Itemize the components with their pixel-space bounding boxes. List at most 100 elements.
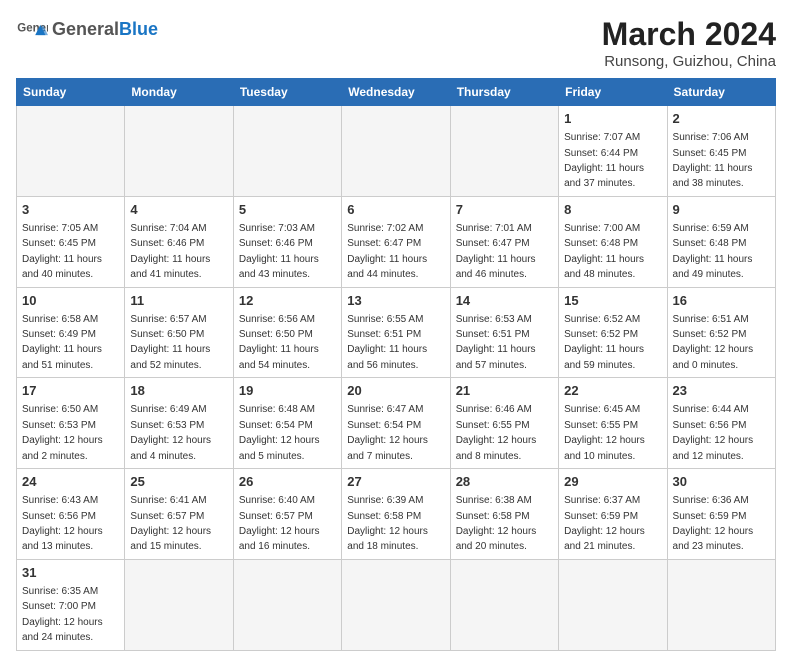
day-info: Sunrise: 6:51 AM Sunset: 6:52 PM Dayligh… (673, 314, 754, 371)
day-number: 17 (22, 382, 119, 400)
calendar-cell: 14 Sunrise: 6:53 AM Sunset: 6:51 PM Dayli… (450, 287, 558, 378)
day-info: Sunrise: 7:00 AM Sunset: 6:48 PM Dayligh… (564, 223, 644, 280)
calendar-cell: 13 Sunrise: 6:55 AM Sunset: 6:51 PM Dayli… (342, 287, 450, 378)
day-number: 10 (22, 292, 119, 310)
calendar-cell: 28Sunrise: 6:38 AM Sunset: 6:58 PM Dayli… (450, 469, 558, 560)
day-info: Sunrise: 6:36 AM Sunset: 6:59 PM Dayligh… (673, 495, 754, 552)
day-number: 18 (130, 382, 227, 400)
calendar-cell: 22Sunrise: 6:45 AM Sunset: 6:55 PM Dayli… (559, 378, 667, 469)
day-number: 13 (347, 292, 444, 310)
day-info: Sunrise: 6:35 AM Sunset: 7:00 PM Dayligh… (22, 586, 103, 643)
calendar-cell (559, 559, 667, 650)
calendar-cell: 16 Sunrise: 6:51 AM Sunset: 6:52 PM Dayli… (667, 287, 775, 378)
calendar-cell: 29Sunrise: 6:37 AM Sunset: 6:59 PM Dayli… (559, 469, 667, 560)
calendar-cell: 17 Sunrise: 6:50 AM Sunset: 6:53 PM Dayli… (17, 378, 125, 469)
calendar-cell: 19Sunrise: 6:48 AM Sunset: 6:54 PM Dayli… (233, 378, 341, 469)
month-title: March 2024 (602, 16, 776, 53)
calendar-week-row: 17 Sunrise: 6:50 AM Sunset: 6:53 PM Dayli… (17, 378, 776, 469)
calendar-week-row: 1Sunrise: 7:07 AM Sunset: 6:44 PM Daylig… (17, 106, 776, 197)
calendar-cell: 6Sunrise: 7:02 AM Sunset: 6:47 PM Daylig… (342, 196, 450, 287)
day-number: 8 (564, 201, 661, 219)
calendar-cell: 9Sunrise: 6:59 AM Sunset: 6:48 PM Daylig… (667, 196, 775, 287)
logo: General GeneralBlue (16, 16, 158, 44)
calendar-week-row: 10 Sunrise: 6:58 AM Sunset: 6:49 PM Dayli… (17, 287, 776, 378)
calendar-cell: 10 Sunrise: 6:58 AM Sunset: 6:49 PM Dayli… (17, 287, 125, 378)
calendar-cell: 24 Sunrise: 6:43 AM Sunset: 6:56 PM Dayli… (17, 469, 125, 560)
day-info: Sunrise: 6:39 AM Sunset: 6:58 PM Dayligh… (347, 495, 428, 552)
day-info: Sunrise: 6:50 AM Sunset: 6:53 PM Dayligh… (22, 404, 103, 461)
calendar-cell: 5Sunrise: 7:03 AM Sunset: 6:46 PM Daylig… (233, 196, 341, 287)
day-info: Sunrise: 6:49 AM Sunset: 6:53 PM Dayligh… (130, 404, 211, 461)
calendar-cell: 20 Sunrise: 6:47 AM Sunset: 6:54 PM Dayli… (342, 378, 450, 469)
day-of-week-header: Monday (125, 79, 233, 106)
day-number: 4 (130, 201, 227, 219)
calendar-cell: 25 Sunrise: 6:41 AM Sunset: 6:57 PM Dayli… (125, 469, 233, 560)
calendar-cell: 30 Sunrise: 6:36 AM Sunset: 6:59 PM Dayli… (667, 469, 775, 560)
day-info: Sunrise: 7:02 AM Sunset: 6:47 PM Dayligh… (347, 223, 427, 280)
day-of-week-header: Sunday (17, 79, 125, 106)
day-number: 29 (564, 473, 661, 491)
calendar-week-row: 3 Sunrise: 7:05 AM Sunset: 6:45 PM Daylig… (17, 196, 776, 287)
day-number: 3 (22, 201, 119, 219)
day-number: 7 (456, 201, 553, 219)
calendar-body: 1Sunrise: 7:07 AM Sunset: 6:44 PM Daylig… (17, 106, 776, 651)
calendar-cell (17, 106, 125, 197)
day-of-week-header: Thursday (450, 79, 558, 106)
calendar-cell: 12Sunrise: 6:56 AM Sunset: 6:50 PM Dayli… (233, 287, 341, 378)
page-header: General GeneralBlue March 2024 Runsong, … (16, 16, 776, 70)
day-info: Sunrise: 7:04 AM Sunset: 6:46 PM Dayligh… (130, 223, 210, 280)
day-of-week-header: Wednesday (342, 79, 450, 106)
day-info: Sunrise: 6:52 AM Sunset: 6:52 PM Dayligh… (564, 314, 644, 371)
day-info: Sunrise: 6:40 AM Sunset: 6:57 PM Dayligh… (239, 495, 320, 552)
calendar-cell (125, 559, 233, 650)
calendar-cell (667, 559, 775, 650)
day-info: Sunrise: 6:43 AM Sunset: 6:56 PM Dayligh… (22, 495, 103, 552)
day-number: 21 (456, 382, 553, 400)
calendar-cell: 1Sunrise: 7:07 AM Sunset: 6:44 PM Daylig… (559, 106, 667, 197)
day-info: Sunrise: 6:41 AM Sunset: 6:57 PM Dayligh… (130, 495, 211, 552)
day-number: 27 (347, 473, 444, 491)
day-info: Sunrise: 7:03 AM Sunset: 6:46 PM Dayligh… (239, 223, 319, 280)
day-number: 14 (456, 292, 553, 310)
calendar-cell: 23 Sunrise: 6:44 AM Sunset: 6:56 PM Dayli… (667, 378, 775, 469)
day-of-week-header: Saturday (667, 79, 775, 106)
day-number: 15 (564, 292, 661, 310)
day-info: Sunrise: 7:06 AM Sunset: 6:45 PM Dayligh… (673, 132, 753, 189)
day-number: 1 (564, 110, 661, 128)
day-info: Sunrise: 6:38 AM Sunset: 6:58 PM Dayligh… (456, 495, 537, 552)
calendar-week-row: 24 Sunrise: 6:43 AM Sunset: 6:56 PM Dayli… (17, 469, 776, 560)
day-number: 30 (673, 473, 770, 491)
day-number: 31 (22, 564, 119, 582)
logo-icon: General (16, 16, 48, 44)
day-number: 19 (239, 382, 336, 400)
day-number: 23 (673, 382, 770, 400)
day-of-week-header: Friday (559, 79, 667, 106)
day-number: 16 (673, 292, 770, 310)
day-number: 20 (347, 382, 444, 400)
day-info: Sunrise: 7:01 AM Sunset: 6:47 PM Dayligh… (456, 223, 536, 280)
day-number: 25 (130, 473, 227, 491)
day-number: 26 (239, 473, 336, 491)
calendar-cell: 15 Sunrise: 6:52 AM Sunset: 6:52 PM Dayli… (559, 287, 667, 378)
calendar-cell (450, 106, 558, 197)
day-info: Sunrise: 7:05 AM Sunset: 6:45 PM Dayligh… (22, 223, 102, 280)
calendar-cell: 31 Sunrise: 6:35 AM Sunset: 7:00 PM Dayli… (17, 559, 125, 650)
day-of-week-header: Tuesday (233, 79, 341, 106)
day-info: Sunrise: 6:44 AM Sunset: 6:56 PM Dayligh… (673, 404, 754, 461)
location: Runsong, Guizhou, China (602, 53, 776, 70)
day-info: Sunrise: 6:55 AM Sunset: 6:51 PM Dayligh… (347, 314, 427, 371)
calendar-cell: 7 Sunrise: 7:01 AM Sunset: 6:47 PM Daylig… (450, 196, 558, 287)
day-info: Sunrise: 6:53 AM Sunset: 6:51 PM Dayligh… (456, 314, 536, 371)
day-info: Sunrise: 6:58 AM Sunset: 6:49 PM Dayligh… (22, 314, 102, 371)
day-info: Sunrise: 6:45 AM Sunset: 6:55 PM Dayligh… (564, 404, 645, 461)
day-number: 24 (22, 473, 119, 491)
logo-text: GeneralBlue (52, 20, 158, 40)
calendar-cell (125, 106, 233, 197)
day-info: Sunrise: 6:56 AM Sunset: 6:50 PM Dayligh… (239, 314, 319, 371)
calendar-cell (342, 106, 450, 197)
day-number: 2 (673, 110, 770, 128)
calendar-cell: 18 Sunrise: 6:49 AM Sunset: 6:53 PM Dayli… (125, 378, 233, 469)
day-info: Sunrise: 6:47 AM Sunset: 6:54 PM Dayligh… (347, 404, 428, 461)
day-number: 9 (673, 201, 770, 219)
day-info: Sunrise: 6:46 AM Sunset: 6:55 PM Dayligh… (456, 404, 537, 461)
